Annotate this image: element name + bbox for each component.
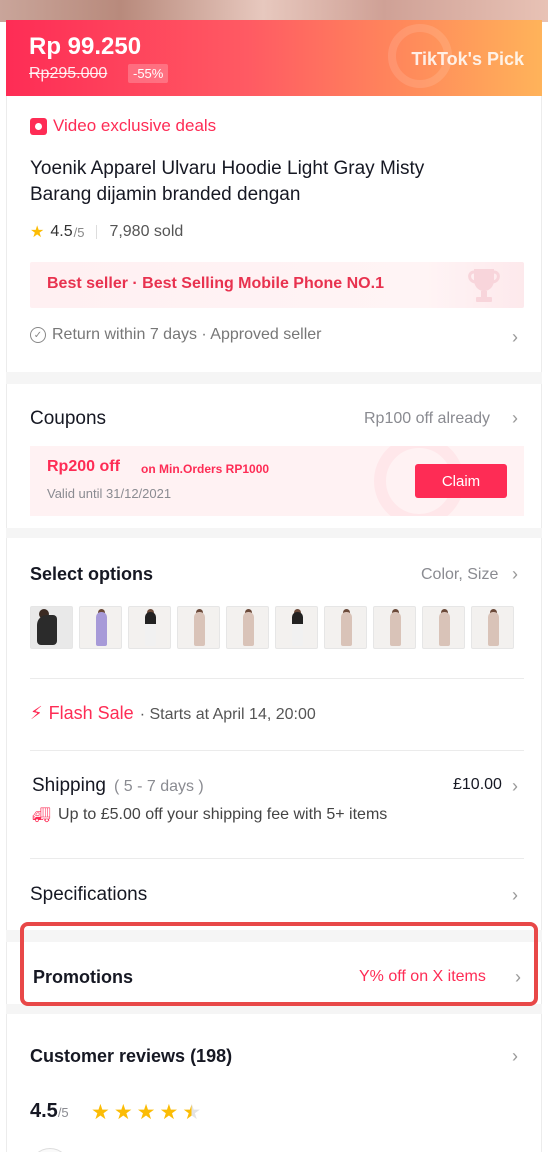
chevron-right-icon[interactable]: › — [512, 327, 518, 348]
chevron-right-icon[interactable]: › — [512, 776, 518, 797]
rating-divider — [96, 225, 98, 239]
rating-max: /5 — [73, 224, 85, 240]
variant-thumbnail[interactable] — [422, 606, 465, 649]
variant-thumbnail[interactable] — [177, 606, 220, 649]
coupon-min-order: on Min.Orders RP1000 — [141, 462, 270, 476]
promotions-title[interactable]: Promotions — [33, 967, 133, 988]
trophy-icon — [468, 269, 500, 302]
shopping-bag-icon — [30, 117, 47, 135]
variant-thumbnail[interactable] — [324, 606, 367, 649]
star-icon: ★ — [136, 1101, 156, 1124]
coupon-card: Rp200 off on Min.Orders RP1000 Valid unt… — [30, 446, 524, 516]
select-options-title: Select options — [30, 564, 154, 584]
variant-thumbnails — [30, 606, 514, 649]
coupon-amount: Rp200 off — [47, 458, 120, 475]
variant-thumbnail[interactable] — [128, 606, 171, 649]
bestseller-banner[interactable]: Best seller · Best Selling Mobile Phone … — [30, 262, 524, 308]
chevron-right-icon[interactable]: › — [515, 967, 521, 988]
review-score: 4.5/5 — [30, 1100, 69, 1123]
chevron-right-icon[interactable]: › — [512, 564, 518, 585]
review-score-value: 4.5 — [30, 1100, 58, 1122]
star-icon: ★ — [113, 1101, 133, 1124]
avatar — [30, 1148, 70, 1152]
return-policy-row[interactable]: ✓ Return within 7 days · Approved seller — [30, 326, 321, 344]
chevron-right-icon[interactable]: › — [512, 408, 518, 429]
section-gap — [6, 372, 542, 384]
shipping-offer: 🚚︎ Up to £5.00 off your shipping fee wit… — [32, 806, 387, 824]
frame-border-right — [541, 96, 542, 1152]
original-price: Rp295.000 — [29, 65, 108, 82]
flash-sale-label: Flash Sale — [48, 703, 134, 723]
variant-thumbnail[interactable] — [373, 606, 416, 649]
product-title: Yoenik Apparel Ulvaru Hoodie Light Gray … — [30, 158, 425, 205]
divider — [30, 750, 524, 751]
variant-thumbnail[interactable] — [275, 606, 318, 649]
sold-count: 7,980 sold — [109, 223, 184, 240]
lightning-bolt-icon: ⚡ — [30, 703, 43, 723]
customer-reviews-title[interactable]: Customer reviews (198) — [30, 1046, 232, 1067]
flash-sale-start: · Starts at April 14, 20:00 — [139, 706, 316, 723]
product-image[interactable] — [0, 0, 548, 22]
rating-row: ★ 4.5 /5 7,980 sold — [30, 222, 183, 242]
rating-value: 4.5 — [50, 223, 73, 240]
chevron-right-icon[interactable]: › — [512, 1046, 518, 1067]
variant-thumbnail[interactable] — [226, 606, 269, 649]
variant-thumbnail[interactable] — [30, 606, 73, 649]
promotions-value[interactable]: Y% off on X items — [359, 968, 486, 986]
flash-sale-row: ⚡ Flash Sale · Starts at April 14, 20:00 — [30, 703, 316, 724]
claim-button[interactable]: Claim — [415, 464, 507, 498]
star-icon: ★ — [30, 224, 45, 241]
variant-thumbnail[interactable] — [471, 606, 514, 649]
price-banner: Rp 99.250 Rp295.000 -55% TikTok's Pick — [6, 20, 542, 96]
coupon-validity: Valid until 31/12/2021 — [47, 486, 172, 501]
shipping-offer-text: Up to £5.00 off your shipping fee with 5… — [58, 806, 388, 823]
divider — [30, 858, 524, 859]
tiktok-pick-label: TikTok's Pick — [411, 49, 524, 69]
truck-icon: 🚚︎ — [32, 807, 52, 824]
half-star-icon: ★ — [182, 1101, 202, 1124]
shipping-title: Shipping — [32, 775, 106, 796]
chevron-right-icon[interactable]: › — [512, 885, 518, 906]
review-score-max: /5 — [57, 1105, 69, 1120]
star-icon: ★ — [159, 1101, 179, 1124]
check-circle-icon: ✓ — [30, 327, 46, 343]
shipping-days: ( 5 - 7 days ) — [113, 778, 204, 795]
discount-badge: -55% — [128, 64, 169, 83]
section-gap — [6, 528, 542, 538]
divider — [30, 678, 524, 679]
frame-border-left — [6, 96, 7, 1152]
specifications-title[interactable]: Specifications — [30, 884, 147, 906]
coupons-summary[interactable]: Rp100 off already — [364, 410, 490, 428]
variant-thumbnail[interactable] — [79, 606, 122, 649]
bestseller-text: Best seller · Best Selling Mobile Phone … — [47, 275, 384, 292]
shipping-row[interactable]: Shipping ( 5 - 7 days ) — [32, 775, 204, 797]
return-policy-text: Return within 7 days · Approved seller — [52, 326, 322, 343]
review-stars: ★ ★ ★ ★ ★ — [91, 1100, 201, 1125]
current-price: Rp 99.250 — [29, 33, 142, 60]
video-deal-label: Video exclusive deals — [30, 116, 216, 136]
promotions-highlight-box — [20, 922, 538, 1006]
deal-label-text: Video exclusive deals — [53, 116, 217, 135]
options-summary[interactable]: Color, Size — [421, 566, 498, 584]
star-icon: ★ — [91, 1101, 110, 1124]
coupons-title: Coupons — [30, 408, 107, 429]
shipping-price: £10.00 — [453, 776, 502, 793]
